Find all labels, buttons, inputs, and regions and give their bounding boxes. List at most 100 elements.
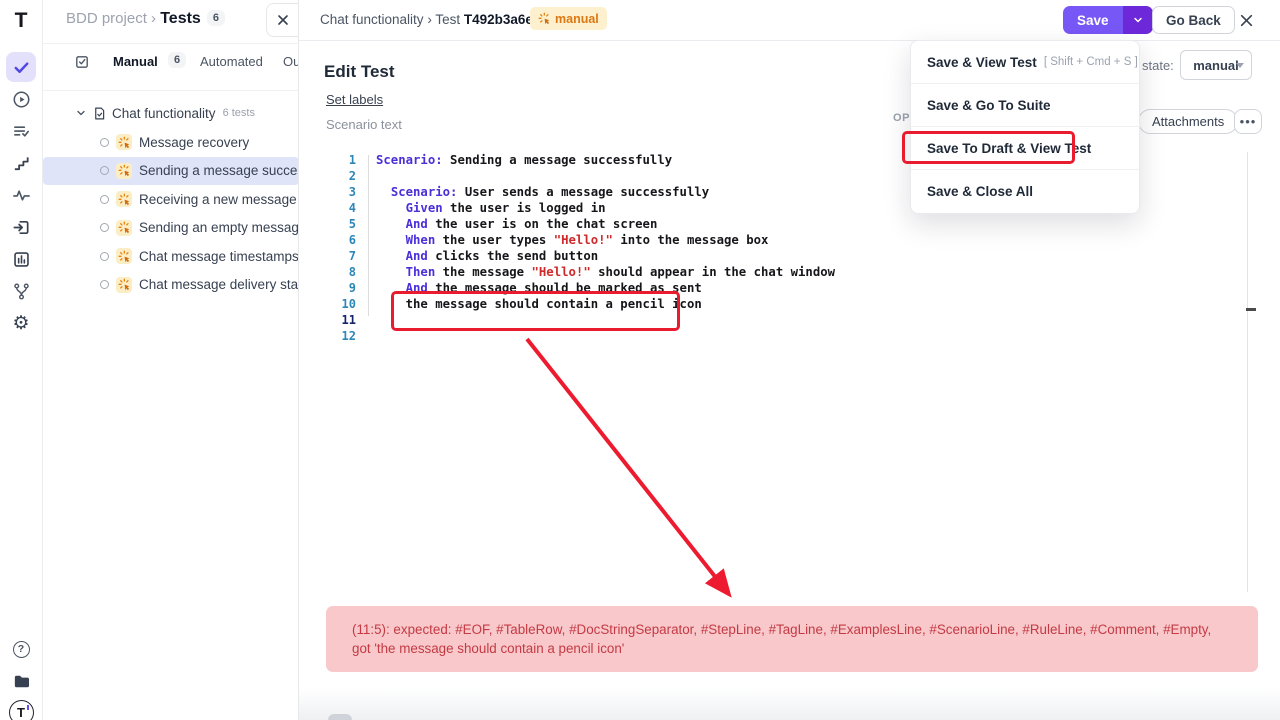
panel-breadcrumb: BDD project › Tests6	[66, 10, 225, 28]
page-title: Edit Test	[324, 62, 395, 82]
rail-item-tests[interactable]	[6, 52, 36, 82]
close-editor-button[interactable]	[1239, 13, 1254, 28]
rail-item-projects[interactable]	[6, 666, 36, 696]
branch-icon	[12, 282, 31, 301]
bottom-button-peek[interactable]	[328, 714, 352, 720]
menu-item-save-to-draft-view-test[interactable]: Save To Draft & View Test	[911, 127, 1139, 170]
breadcrumb-separator: ›	[427, 12, 432, 27]
test-id: T492b3a6e	[464, 12, 533, 27]
line-number: 9	[324, 280, 356, 296]
attachments-button[interactable]: Attachments	[1138, 109, 1238, 134]
state-label: state:	[1142, 58, 1174, 73]
rail-item-branches[interactable]	[6, 276, 36, 306]
save-dropdown-toggle[interactable]	[1123, 6, 1153, 34]
rail-item-test-plans[interactable]	[6, 116, 36, 146]
test-status-circle	[100, 280, 109, 289]
breadcrumb-entity: Test	[435, 12, 460, 27]
save-button[interactable]: Save	[1063, 6, 1123, 34]
breadcrumb-section[interactable]: Tests	[160, 10, 201, 27]
tests-check-icon	[12, 58, 31, 77]
line-number: 4	[324, 200, 356, 216]
app-logo[interactable]: T	[6, 6, 36, 36]
tab-automated[interactable]: Automated	[200, 54, 263, 69]
error-line-1: (11:5): expected: #EOF, #TableRow, #DocS…	[352, 620, 1232, 639]
menu-item-shortcut: [ Shift + Cmd + S ]	[1044, 56, 1138, 68]
manual-badge: manual	[530, 7, 607, 30]
select-caret-icon	[1236, 63, 1244, 68]
breadcrumb-suite[interactable]: Chat functionality	[320, 12, 424, 27]
test-label: Sending a message succes	[139, 163, 299, 178]
rail-item-pulse[interactable]	[6, 180, 36, 210]
line-number: 7	[324, 248, 356, 264]
rail-item-settings[interactable]: ⚙	[6, 308, 36, 338]
test-status-circle	[100, 138, 109, 147]
rail-item-runs[interactable]	[6, 84, 36, 114]
editor-border	[1247, 152, 1248, 592]
set-labels-link[interactable]: Set labels	[326, 92, 383, 107]
tree-test-row[interactable]: Chat message delivery stat	[43, 271, 299, 300]
error-line-2: got 'the message should contain a pencil…	[352, 639, 1232, 658]
manual-icon	[118, 193, 131, 206]
line-number: 8	[324, 264, 356, 280]
tree-test-row[interactable]: Message recovery	[43, 128, 299, 157]
tree-test-row[interactable]: Sending a message succes	[43, 157, 299, 186]
code-text: Scenario: User sends a message successfu…	[376, 184, 709, 200]
manual-icon	[118, 278, 131, 291]
tree-test-row[interactable]: Chat message timestamps	[43, 242, 299, 271]
parser-error-banner: (11:5): expected: #EOF, #TableRow, #DocS…	[326, 606, 1258, 672]
menu-item-label: Save To Draft & View Test	[927, 141, 1091, 156]
breadcrumb-project[interactable]: BDD project	[66, 10, 147, 27]
code-text: And the message should be marked as sent	[376, 280, 702, 296]
app-window: T ⚙ ?	[0, 0, 1280, 720]
list-check-icon	[12, 122, 31, 141]
tree-test-row[interactable]: Sending an empty message	[43, 214, 299, 243]
rail-item-analytics[interactable]	[6, 244, 36, 274]
test-label: Chat message timestamps	[139, 249, 299, 264]
line-number: 6	[324, 232, 356, 248]
manual-badge-icon	[538, 12, 551, 25]
rail-item-help[interactable]: ?	[6, 634, 36, 664]
tab-manual[interactable]: Manual	[113, 54, 158, 69]
bar-chart-icon	[12, 250, 31, 269]
tab-clipped[interactable]: Out	[283, 54, 299, 69]
main-breadcrumb: Chat functionality › Test T492b3a6e	[320, 12, 533, 27]
line-number: 12	[324, 328, 356, 344]
tree-tests: Message recovery Sending a message succe…	[43, 128, 299, 299]
rail-item-steps[interactable]	[6, 148, 36, 178]
tree-test-row[interactable]: Receiving a new message	[43, 185, 299, 214]
rail-item-profile[interactable]: T	[6, 697, 36, 720]
manual-icon-chip	[116, 163, 132, 179]
pulse-icon	[12, 186, 31, 205]
icon-rail: T ⚙ ?	[0, 0, 43, 720]
suite-meta: 6 tests	[223, 107, 255, 119]
avatar: T	[9, 700, 34, 720]
tests-count-badge: 6	[207, 10, 225, 26]
more-options-button[interactable]: •••	[1234, 109, 1262, 134]
gutter-divider	[368, 155, 369, 316]
help-icon: ?	[13, 641, 30, 658]
chevron-down-icon[interactable]	[75, 107, 87, 119]
manual-icon-chip	[116, 134, 132, 150]
menu-item-save-go-to-suite[interactable]: Save & Go To Suite	[911, 84, 1139, 127]
close-panel-tab[interactable]	[266, 3, 299, 37]
code-text: And clicks the send button	[376, 248, 598, 264]
line-number: 11	[324, 312, 356, 328]
tree-suite-row[interactable]: Chat functionality 6 tests	[75, 103, 255, 123]
annotation-arrow	[500, 330, 760, 620]
editor-header: Chat functionality › Test T492b3a6e manu…	[299, 0, 1280, 41]
menu-item-save-view-test[interactable]: Save & View Test[ Shift + Cmd + S ]	[911, 41, 1139, 84]
menu-item-save-close-all[interactable]: Save & Close All	[911, 170, 1139, 213]
state-select[interactable]: manual	[1180, 50, 1252, 80]
manual-icon-chip	[116, 277, 132, 293]
go-back-button[interactable]: Go Back	[1152, 6, 1235, 34]
line-number: 3	[324, 184, 356, 200]
test-status-circle	[100, 195, 109, 204]
line-number: 5	[324, 216, 356, 232]
editor-resize-handle[interactable]	[1246, 308, 1256, 311]
code-text: And the user is on the chat screen	[376, 216, 657, 232]
test-status-circle	[100, 252, 109, 261]
folder-icon	[12, 672, 31, 691]
rail-item-import[interactable]	[6, 212, 36, 242]
save-split-button: Save	[1063, 6, 1153, 34]
code-text: When the user types "Hello!" into the me…	[376, 232, 768, 248]
